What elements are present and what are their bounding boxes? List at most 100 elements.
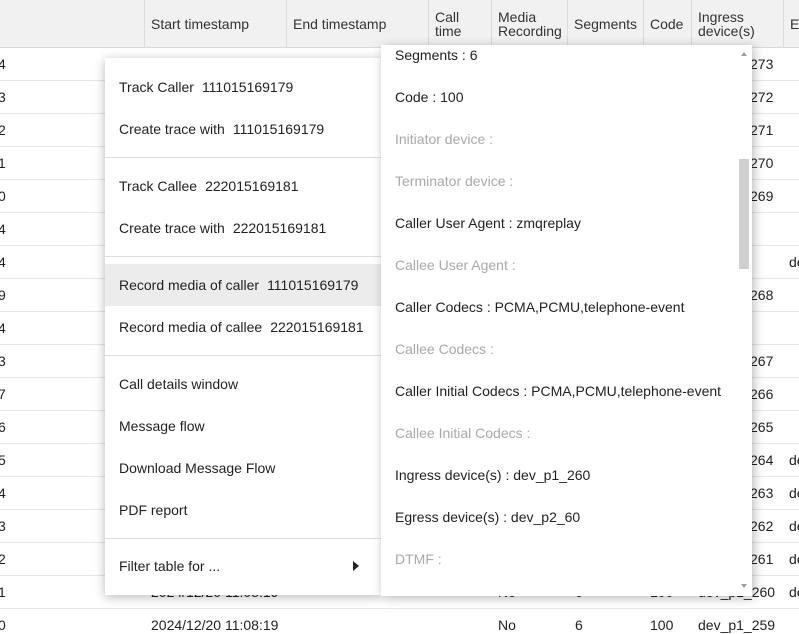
scroll-up-arrow-icon[interactable] [741,52,747,56]
egress-device-cell [789,312,799,345]
details-scrollbar[interactable] [736,45,752,596]
row-id-cell: 4 [0,221,6,237]
menu-item-label: Track Callee [119,178,198,194]
row-id-cell: 3 [0,518,6,534]
scrollbar-thumb[interactable] [739,159,749,269]
egress-device-cell [789,213,799,246]
menu-item-create-trace-with[interactable]: Create trace with 111015169179 [105,108,381,150]
detail-line: Disco [395,591,430,596]
row-id-cell: 9 [0,287,6,303]
row-id-cell: 3 [0,89,6,105]
column-header[interactable]: End timestamp [286,0,428,48]
column-header-label: Segments [574,16,638,32]
egress-device-cell [789,81,799,114]
menu-divider [105,157,381,158]
ingress-device-cell [750,312,780,345]
code-cell: 100 [650,617,674,633]
menu-item-label: Create trace with [119,121,225,137]
menu-item-label: Record media of callee [119,319,263,335]
row-id-cell: 7 [0,386,6,402]
row-id-cell: 6 [0,419,6,435]
menu-item-number: 111015169179 [232,121,325,137]
media-recording-cell: No [498,617,516,633]
egress-device-cell [789,345,799,378]
menu-item-number: 111015169179 [201,79,294,95]
ingress-device-cell: 272 [750,89,774,105]
menu-item-call-details-window[interactable]: Call details window [105,363,381,405]
menu-item-number: 111015169179 [267,277,359,293]
menu-item-record-media-of-callee[interactable]: Record media of callee 222015169181 [105,306,381,348]
call-details-popup[interactable]: Segments : 6 Code : 100 Initiator device :… [381,45,752,596]
ingress-device-cell: 270 [750,155,774,171]
menu-item-record-media-of-caller[interactable]: Record media of caller 111015169179 [105,264,381,306]
detail-line: Caller Codecs : PCMA,PCMU,telephone-even… [395,299,685,315]
ingress-device-cell [750,246,780,279]
menu-item-label: Track Caller [119,79,194,95]
egress-device-cell: de [789,518,799,534]
menu-item-label: PDF report [119,502,188,518]
ingress-device-cell [750,213,780,246]
ingress-device-cell: 268 [750,287,774,303]
ingress-device-cell: 264 [750,452,774,468]
row-id-cell: 4 [0,254,6,270]
row-id-cell: 4 [0,56,6,72]
ingress-device-cell: 273 [750,56,774,72]
start-timestamp-cell: 2024/12/20 11:08:19 [151,617,279,633]
column-header-label: time [435,23,462,39]
scroll-down-arrow-icon[interactable] [741,584,747,588]
column-header[interactable]: Segments [567,0,643,48]
column-header[interactable]: Start timestamp [144,0,286,48]
column-header-label: device(s) [698,23,755,39]
menu-item-label: Create trace with [119,220,225,236]
ingress-device-cell: 261 [750,551,774,567]
row-id-cell: 3 [0,353,6,369]
detail-line: Code : 100 [395,89,464,105]
detail-line: Initiator device : [395,131,494,147]
column-header-label: E [790,16,799,32]
row-id-cell: 5 [0,452,6,468]
menu-item-track-caller[interactable]: Track Caller 111015169179 [105,66,381,108]
menu-item-track-callee[interactable]: Track Callee 222015169181 [105,165,381,207]
row-id-cell: 2 [0,122,6,138]
detail-line: Segments : 6 [395,47,478,63]
menu-item-label: Download Message Flow [119,460,276,476]
egress-device-cell: de [789,452,799,468]
column-header[interactable]: Code [643,0,691,48]
menu-item-create-trace-with[interactable]: Create trace with 222015169181 [105,207,381,249]
detail-line: Terminator device : [395,173,514,189]
row-id-cell: 1 [0,155,6,171]
menu-item-number: 222015169181 [205,178,299,194]
segments-cell: 6 [575,617,583,633]
column-header[interactable]: Ingress device(s) [691,0,783,48]
ingress-device-cell: 271 [750,122,774,138]
column-header[interactable]: Call time [428,0,491,48]
column-header-label: End timestamp [293,16,387,32]
column-header[interactable]: Media Recording [491,0,567,48]
column-header-label: Code [650,16,684,32]
detail-line: Caller Initial Codecs : PCMA,PCMU,teleph… [395,383,722,399]
menu-item-pdf-report[interactable]: PDF report [105,489,381,531]
detail-line: DTMF : [395,551,442,567]
ingress-device-cell: 267 [750,353,774,369]
menu-item-filter-table-for[interactable]: Filter table for ... [105,545,381,587]
egress-device-cell [789,180,799,213]
menu-divider [105,355,381,356]
column-header[interactable]: E [783,0,799,48]
detail-line: Callee Initial Codecs : [395,425,531,441]
menu-item-number: 222015169181 [270,319,364,335]
menu-item-label: Filter table for ... [119,558,221,574]
row-id-cell: 0 [0,617,6,633]
menu-item-message-flow[interactable]: Message flow [105,405,381,447]
table-header: Start timestamp End timestamp Call time Medi… [0,0,799,48]
context-menu: Track Caller 111015169179 Create trace wit… [105,58,381,595]
menu-item-number: 222015169181 [232,220,327,236]
row-id-cell: 4 [0,320,6,336]
table-row[interactable]: 0 dev_p1_259 2024/12/20 11:08:19 No 6 100 [0,609,799,634]
row-id-cell: 4 [0,485,6,501]
menu-item-label: Message flow [119,418,205,434]
egress-device-cell: de [789,485,799,501]
menu-divider [105,538,381,539]
menu-item-download-message-flow[interactable]: Download Message Flow [105,447,381,489]
egress-device-cell [789,279,799,312]
detail-line: Ingress device(s) : dev_p1_260 [395,467,591,483]
